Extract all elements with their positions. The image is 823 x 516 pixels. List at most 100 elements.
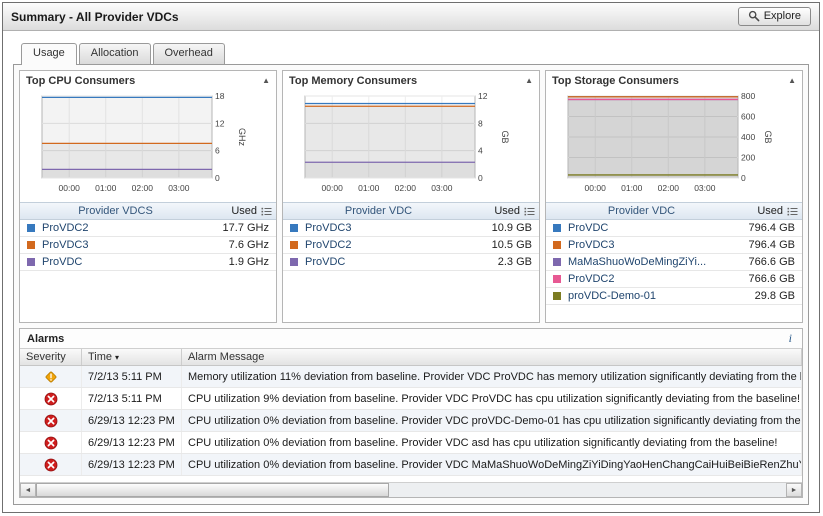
series-color-swatch <box>553 275 561 283</box>
alarm-message: CPU utilization 0% deviation from baseli… <box>182 432 802 453</box>
alarm-row[interactable]: 6/29/13 12:23 PMCPU utilization 0% devia… <box>20 410 802 432</box>
alarm-row[interactable]: 6/29/13 12:23 PMCPU utilization 0% devia… <box>20 454 802 476</box>
consumer-row[interactable]: ProVDC217.7 GHz <box>20 220 276 237</box>
explore-button[interactable]: Explore <box>738 7 811 26</box>
consumer-row[interactable]: ProVDC796.4 GB <box>546 220 802 237</box>
svg-text:0: 0 <box>478 173 483 183</box>
alarm-message: CPU utilization 9% deviation from baseli… <box>182 388 802 409</box>
alarm-time: 6/29/13 12:23 PM <box>82 410 182 431</box>
table-customizer-icon <box>261 206 272 217</box>
svg-text:GB: GB <box>500 130 510 143</box>
svg-text:02:00: 02:00 <box>132 183 154 193</box>
consumer-row[interactable]: ProVDC37.6 GHz <box>20 237 276 254</box>
series-color-swatch <box>553 241 561 249</box>
alarms-rows: 7/2/13 5:11 PMMemory utilization 11% dev… <box>20 366 802 482</box>
used-value: 2.3 GB <box>466 256 536 268</box>
severity-cell <box>20 366 82 387</box>
svg-text:12: 12 <box>215 118 225 128</box>
svg-text:03:00: 03:00 <box>694 183 716 193</box>
used-value: 29.8 GB <box>729 290 799 302</box>
table-customizer-button[interactable] <box>259 206 273 217</box>
top-storage-consumers-chart: 020040060080000:0001:0002:0003:00GB <box>548 90 802 202</box>
page-title: Summary - All Provider VDCs <box>11 10 179 24</box>
scrollbar-track[interactable] <box>36 483 786 497</box>
provider-vdc-name: ProVDC <box>568 222 729 234</box>
provider-vdc-name: ProVDC2 <box>42 222 203 234</box>
consumer-row[interactable]: ProVDC310.9 GB <box>283 220 539 237</box>
provider-vdc-column-header: Provider VDC <box>305 205 452 217</box>
scrollbar-thumb[interactable] <box>36 483 389 497</box>
consumer-row[interactable]: ProVDC210.5 GB <box>283 237 539 254</box>
panel-top-cpu-consumers: Top CPU Consumers▲06121800:0001:0002:000… <box>19 70 277 323</box>
collapse-panel-icon[interactable]: ▲ <box>262 77 270 85</box>
top-cpu-consumers-chart-svg: 06121800:0001:0002:0003:00GHz <box>22 90 276 202</box>
alarm-row[interactable]: 6/29/13 12:23 PMCPU utilization 0% devia… <box>20 432 802 454</box>
consumer-table-header[interactable]: Provider VDCSUsed <box>20 202 276 220</box>
svg-text:400: 400 <box>741 132 755 142</box>
panel-title: Top Storage Consumers <box>552 75 679 87</box>
svg-text:03:00: 03:00 <box>168 183 190 193</box>
series-color-swatch <box>290 224 298 232</box>
table-customizer-button[interactable] <box>522 206 536 217</box>
consumer-row[interactable]: ProVDC1.9 GHz <box>20 254 276 271</box>
table-customizer-button[interactable] <box>785 206 799 217</box>
used-value: 766.6 GB <box>729 256 799 268</box>
consumer-table-header[interactable]: Provider VDCUsed <box>546 202 802 220</box>
svg-text:00:00: 00:00 <box>585 183 607 193</box>
svg-text:01:00: 01:00 <box>621 183 643 193</box>
scroll-left-button[interactable]: ◄ <box>20 483 36 497</box>
tab-usage[interactable]: Usage <box>21 43 77 65</box>
svg-text:00:00: 00:00 <box>322 183 344 193</box>
panel-top-storage-consumers: Top Storage Consumers▲020040060080000:00… <box>545 70 803 323</box>
consumer-row[interactable]: ProVDC2.3 GB <box>283 254 539 271</box>
provider-vdc-name: ProVDC <box>42 256 203 268</box>
alarm-row[interactable]: 7/2/13 5:11 PMMemory utilization 11% dev… <box>20 366 802 388</box>
horizontal-scrollbar[interactable]: ◄ ► <box>20 482 802 497</box>
alarms-panel: Alarms i SeverityTime▾Alarm Message 7/2/… <box>19 328 803 498</box>
alarm-row[interactable]: 7/2/13 5:11 PMCPU utilization 9% deviati… <box>20 388 802 410</box>
tab-allocation[interactable]: Allocation <box>79 43 151 64</box>
consumer-row[interactable]: proVDC-Demo-0129.8 GB <box>546 288 802 305</box>
svg-text:0: 0 <box>741 173 746 183</box>
alarms-column-header-time[interactable]: Time▾ <box>82 349 182 365</box>
alarms-column-header-severity[interactable]: Severity <box>20 349 82 365</box>
alarms-title: Alarms <box>27 333 64 345</box>
alarms-column-header-alarm-message[interactable]: Alarm Message <box>182 349 802 365</box>
used-value: 10.5 GB <box>466 239 536 251</box>
provider-vdc-name: ProVDC <box>305 256 466 268</box>
used-column-header: Used <box>715 205 785 217</box>
panel-top-memory-consumers: Top Memory Consumers▲0481200:0001:0002:0… <box>282 70 540 323</box>
consumer-row[interactable]: ProVDC3796.4 GB <box>546 237 802 254</box>
tab-overhead[interactable]: Overhead <box>153 43 225 64</box>
provider-vdc-column-header: Provider VDCS <box>42 205 189 217</box>
info-icon[interactable]: i <box>786 331 795 346</box>
series-color-swatch <box>553 258 561 266</box>
critical-icon <box>44 414 58 428</box>
alarms-colhead: SeverityTime▾Alarm Message <box>20 349 802 366</box>
table-customizer-icon <box>787 206 798 217</box>
alarm-message: CPU utilization 0% deviation from baseli… <box>182 410 802 431</box>
warning-icon <box>44 370 58 384</box>
svg-text:01:00: 01:00 <box>358 183 380 193</box>
collapse-panel-icon[interactable]: ▲ <box>788 77 796 85</box>
swatch-column-header <box>290 207 298 215</box>
panels-row: Top CPU Consumers▲06121800:0001:0002:000… <box>19 70 803 323</box>
svg-text:12: 12 <box>478 91 488 101</box>
scroll-right-button[interactable]: ► <box>786 483 802 497</box>
svg-text:4: 4 <box>478 146 483 156</box>
used-value: 10.9 GB <box>466 222 536 234</box>
svg-text:GHz: GHz <box>237 128 247 147</box>
consumer-row[interactable]: MaMaShuoWoDeMingZiYi...766.6 GB <box>546 254 802 271</box>
alarm-time: 6/29/13 12:23 PM <box>82 432 182 453</box>
svg-text:8: 8 <box>478 118 483 128</box>
collapse-panel-icon[interactable]: ▲ <box>525 77 533 85</box>
top-memory-consumers-table: Provider VDCUsedProVDC310.9 GBProVDC210.… <box>283 202 539 271</box>
explore-label: Explore <box>764 10 801 22</box>
alarms-header: Alarms i <box>20 329 802 349</box>
alarm-time: 6/29/13 12:23 PM <box>82 454 182 475</box>
provider-vdc-name: ProVDC3 <box>305 222 466 234</box>
explore-icon <box>748 10 760 22</box>
consumer-row[interactable]: ProVDC2766.6 GB <box>546 271 802 288</box>
consumer-table-header[interactable]: Provider VDCUsed <box>283 202 539 220</box>
used-value: 796.4 GB <box>729 222 799 234</box>
